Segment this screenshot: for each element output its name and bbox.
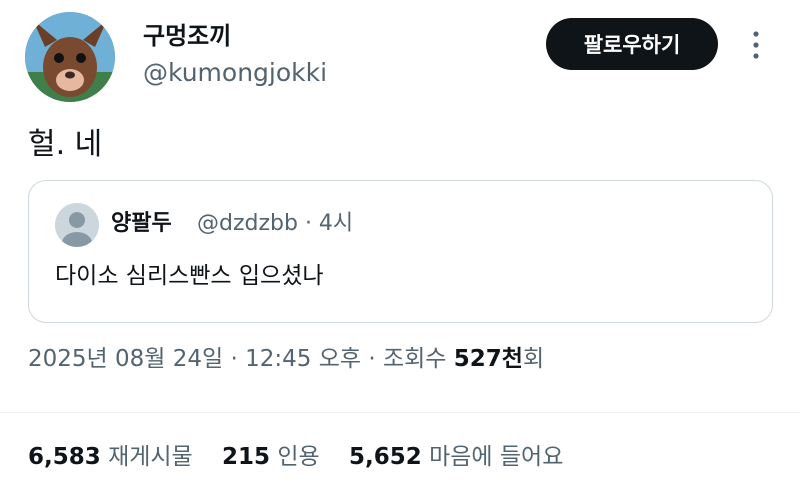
engagement-stats: 6,583 재게시물 215 인용 5,652 마음에 들어요	[28, 441, 585, 473]
quoted-author-handle: @dzdzbb · 4시	[197, 211, 354, 236]
quoted-author-name[interactable]: 양팔두	[111, 209, 172, 239]
likes-count: 5,652	[349, 444, 422, 470]
more-options-button[interactable]	[742, 28, 770, 62]
quoted-tweet-text: 다이소 심리스빤스 입으셨나	[55, 263, 324, 289]
reposts-stat[interactable]: 6,583 재게시물	[28, 441, 193, 473]
likes-label: 마음에 들어요	[429, 444, 564, 470]
quotes-count: 215	[222, 444, 271, 470]
reposts-label: 재게시물	[108, 444, 193, 470]
quoted-author-avatar[interactable]	[55, 203, 99, 247]
views-label: 조회수	[382, 346, 447, 372]
likes-stat[interactable]: 5,652 마음에 들어요	[349, 441, 563, 473]
follow-button[interactable]: 팔로우하기	[546, 18, 718, 70]
quotes-stat[interactable]: 215 인용	[222, 441, 320, 473]
quotes-label: 인용	[277, 444, 320, 470]
reposts-count: 6,583	[28, 444, 101, 470]
more-vertical-icon	[753, 31, 759, 59]
chihuahua-avatar-icon	[25, 12, 115, 102]
tweet-date[interactable]: 2025년 08월 24일	[28, 346, 223, 372]
divider	[0, 412, 800, 413]
default-user-icon	[55, 203, 99, 247]
views-suffix: 회	[522, 346, 545, 372]
views-count: 527천	[453, 346, 523, 372]
author-display-name[interactable]: 구멍조끼	[143, 20, 231, 52]
quoted-tweet-card[interactable]: 양팔두 @dzdzbb · 4시 다이소 심리스빤스 입으셨나	[28, 180, 773, 323]
tweet-time[interactable]: 12:45 오후	[245, 346, 361, 372]
author-avatar[interactable]	[25, 12, 115, 102]
meta-separator: ·	[368, 346, 376, 372]
tweet-meta: 2025년 08월 24일 · 12:45 오후 · 조회수 527천회	[28, 343, 544, 375]
author-handle[interactable]: @kumongjokki	[143, 57, 327, 89]
meta-separator: ·	[230, 346, 238, 372]
tweet-text: 헐. 네	[28, 127, 103, 162]
